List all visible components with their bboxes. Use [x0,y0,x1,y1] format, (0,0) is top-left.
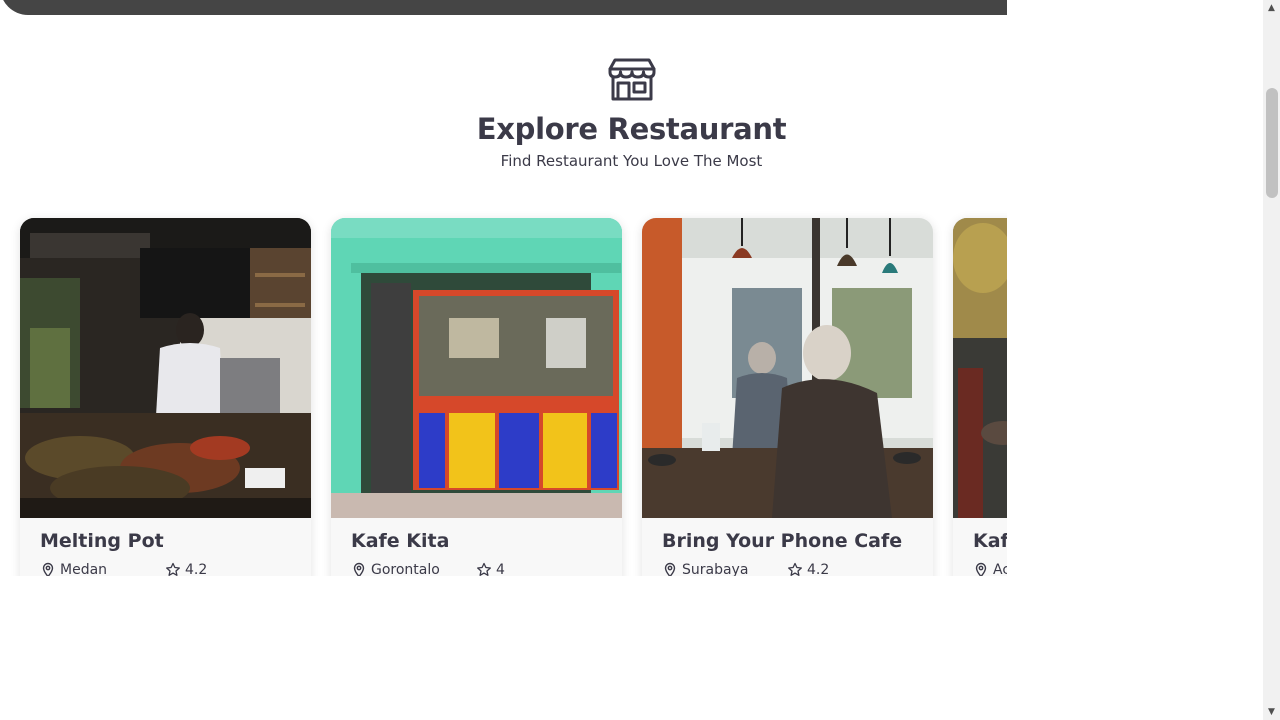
restaurant-rating: 4.2 [787,562,829,576]
restaurant-meta: Gorontalo 4 [351,562,602,576]
restaurant-city: Medan [60,562,108,576]
card-body: Bring Your Phone Cafe Surabaya 4.2 [642,518,933,576]
star-icon [166,562,180,576]
store-icon [608,58,655,101]
restaurant-location: Ac [973,562,1007,576]
page-viewport: Explore Restaurant Find Restaurant You L… [0,0,1007,720]
restaurant-card[interactable]: Kafe Kita Gorontalo 4 [331,218,622,576]
restaurant-meta: Ac [973,562,1007,576]
restaurant-rating: 4 [476,562,505,576]
rating-value: 4 [496,562,505,576]
restaurant-city: Surabaya [682,562,749,576]
outdoor-patio-photo [953,218,1007,518]
location-pin-icon [664,562,676,576]
colorful-storefront-photo [331,218,622,518]
explore-section-header: Explore Restaurant Find Restaurant You L… [0,56,1007,170]
star-icon [788,562,802,576]
card-body: Kafe Ac [953,518,1007,576]
hero-banner-bottom [0,0,1007,15]
restaurant-meta: Surabaya 4.2 [662,562,913,576]
restaurant-location: Gorontalo [351,562,476,576]
restaurant-name[interactable]: Kafe Kita [351,530,602,552]
cafe-interior-photo [642,218,933,518]
restaurant-rating: 4.2 [165,562,207,576]
rating-value: 4.2 [807,562,830,576]
location-pin-icon [42,562,54,576]
restaurant-card[interactable]: Melting Pot Medan 4.2 [20,218,311,576]
restaurant-city: Gorontalo [371,562,440,576]
location-pin-icon [353,562,365,576]
rating-value: 4.2 [185,562,208,576]
kitchen-counter-photo [20,218,311,518]
restaurant-location: Surabaya [662,562,787,576]
restaurant-name[interactable]: Kafe [973,530,1007,552]
restaurant-name[interactable]: Melting Pot [40,530,291,552]
restaurant-carousel: Melting Pot Medan 4.2 Kafe Kita Gorontal… [0,200,1007,576]
scroll-down-arrow-icon[interactable]: ▼ [1266,707,1277,717]
star-icon [477,562,491,576]
card-body: Kafe Kita Gorontalo 4 [331,518,622,576]
restaurant-meta: Medan 4.2 [40,562,291,576]
card-body: Melting Pot Medan 4.2 [20,518,311,576]
restaurant-card[interactable]: Kafe Ac [953,218,1007,576]
section-title: Explore Restaurant [476,112,787,146]
restaurant-location: Medan [40,562,165,576]
section-subtitle: Find Restaurant You Love The Most [500,152,763,170]
restaurant-list: Melting Pot Medan 4.2 Kafe Kita Gorontal… [20,218,1007,576]
scrollbar-thumb[interactable] [1266,88,1278,198]
restaurant-city: Ac [993,562,1007,576]
location-pin-icon [975,562,987,576]
scroll-up-arrow-icon[interactable]: ▲ [1266,3,1277,13]
restaurant-card[interactable]: Bring Your Phone Cafe Surabaya 4.2 [642,218,933,576]
restaurant-name[interactable]: Bring Your Phone Cafe [662,530,913,552]
